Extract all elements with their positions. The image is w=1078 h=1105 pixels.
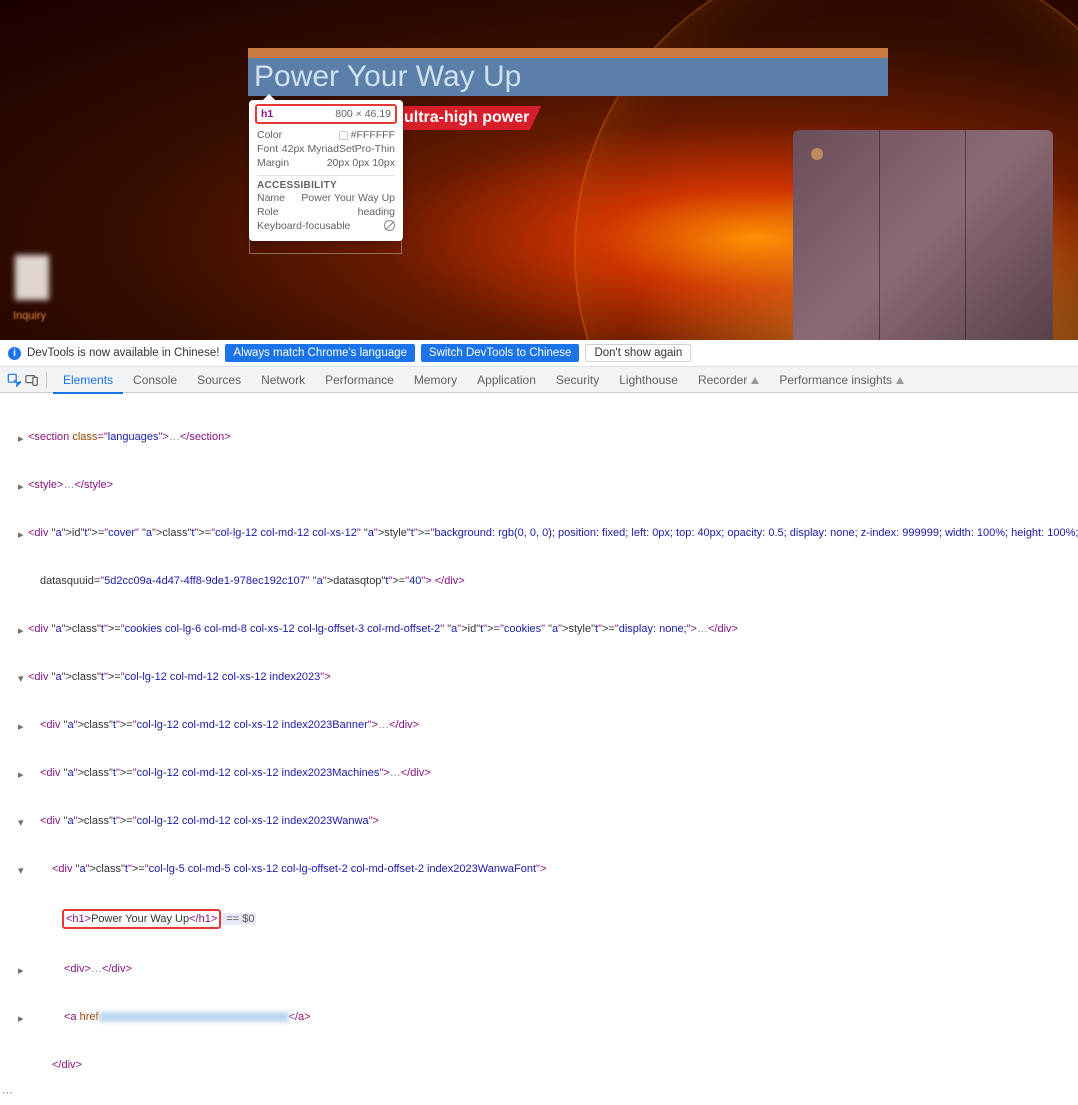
- tab-security[interactable]: Security: [546, 368, 609, 392]
- tooltip-a11y-label: Role: [257, 206, 279, 218]
- divider: [46, 372, 47, 388]
- blurred-href: [99, 1012, 289, 1022]
- devtools-toolbar: ElementsConsoleSourcesNetworkPerformance…: [0, 367, 1078, 393]
- expand-arrow-icon[interactable]: [18, 431, 26, 447]
- expand-arrow-icon[interactable]: [18, 963, 26, 979]
- tab-lighthouse[interactable]: Lighthouse: [609, 368, 688, 392]
- tab-network[interactable]: Network: [251, 368, 315, 392]
- device-toolbar-icon[interactable]: [24, 372, 40, 388]
- info-icon: i: [8, 347, 21, 360]
- collapse-arrow-icon[interactable]: [18, 671, 26, 687]
- avatar: [15, 255, 49, 300]
- tooltip-a11y-label: Name: [257, 192, 285, 204]
- tooltip-a11y-value: heading: [358, 206, 395, 218]
- page-title: Power Your Way Up: [248, 58, 888, 96]
- product-image: [793, 130, 1053, 340]
- collapse-arrow-icon[interactable]: [18, 863, 26, 879]
- tooltip-a11y-heading: ACCESSIBILITY: [257, 175, 395, 191]
- tooltip-row-value: 20px 0px 10px: [327, 157, 395, 169]
- elements-panel[interactable]: <section class="languages">…</section> <…: [0, 393, 1078, 1105]
- element-inspect-tooltip: h1 800 × 46.19 Color #FFFFFF Font 42px Myr…: [249, 100, 403, 241]
- inspect-element-icon[interactable]: [6, 372, 22, 388]
- collapse-arrow-icon[interactable]: [18, 815, 26, 831]
- devtools-language-notice: i DevTools is now available in Chinese! …: [0, 340, 1078, 367]
- expand-arrow-icon[interactable]: [18, 479, 26, 495]
- tooltip-a11y-label: Keyboard-focusable: [257, 220, 350, 232]
- ultra-high-power-badge: ultra-high power: [396, 106, 541, 130]
- switch-to-chinese-button[interactable]: Switch DevTools to Chinese: [421, 344, 580, 362]
- hero-banner: Power Your Way Up ultra-high power h1 80…: [0, 0, 1078, 340]
- tooltip-tag: h1: [261, 108, 273, 120]
- tab-elements[interactable]: Elements: [53, 368, 123, 394]
- tooltip-row-label: Margin: [257, 157, 289, 169]
- tooltip-dimensions: 800 × 46.19: [335, 108, 391, 120]
- color-swatch: [339, 131, 348, 140]
- tab-sources[interactable]: Sources: [187, 368, 251, 392]
- tab-performance[interactable]: Performance: [315, 368, 404, 392]
- tab-memory[interactable]: Memory: [404, 368, 467, 392]
- tooltip-row-value: #FFFFFF: [351, 129, 395, 141]
- expand-arrow-icon[interactable]: [18, 719, 26, 735]
- expand-arrow-icon[interactable]: [18, 767, 26, 783]
- expand-arrow-icon[interactable]: [18, 1011, 26, 1027]
- tab-application[interactable]: Application: [467, 368, 546, 392]
- selected-h1-node[interactable]: <h1>Power Your Way Up</h1> == $0: [18, 909, 1074, 929]
- beaker-icon: [751, 377, 759, 384]
- tab-recorder[interactable]: Recorder: [688, 368, 769, 392]
- gutter-dots: ⋯: [2, 1085, 13, 1101]
- tooltip-a11y-value: Power Your Way Up: [301, 192, 395, 204]
- always-match-language-button[interactable]: Always match Chrome's language: [225, 344, 415, 362]
- not-focusable-icon: [384, 220, 395, 231]
- tab-console[interactable]: Console: [123, 368, 187, 392]
- title-accent-bar: [248, 48, 888, 58]
- tab-performance-insights[interactable]: Performance insights: [769, 368, 914, 392]
- tooltip-row-label: Color: [257, 129, 282, 141]
- notice-text: DevTools is now available in Chinese!: [27, 347, 219, 359]
- tooltip-row-label: Font: [257, 143, 278, 155]
- tooltip-row-value: 42px MyriadSetPro-Thin: [282, 143, 395, 155]
- beaker-icon: [896, 377, 904, 384]
- dont-show-again-button[interactable]: Don't show again: [585, 344, 691, 362]
- avatar-label: Inquiry: [13, 310, 46, 322]
- expand-arrow-icon[interactable]: [18, 623, 26, 639]
- expand-arrow-icon[interactable]: [18, 527, 26, 543]
